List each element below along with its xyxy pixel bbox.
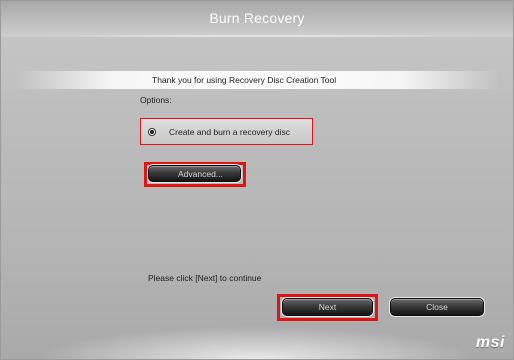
title-bar[interactable]: Burn Recovery — [1, 1, 513, 37]
radio-selected-dot — [150, 129, 154, 134]
header-text: Thank you for using Recovery Disc Creati… — [152, 75, 337, 85]
window-title: Burn Recovery — [209, 10, 305, 26]
title-divider — [41, 35, 473, 37]
radio-option-label: Create and burn a recovery disc — [169, 126, 290, 137]
continue-hint: Please click [Next] to continue — [148, 273, 262, 283]
msi-logo: msi — [475, 334, 505, 351]
close-button[interactable]: Close — [390, 298, 484, 316]
footer-glow — [1, 321, 513, 359]
next-button[interactable]: Next — [282, 298, 373, 316]
burn-recovery-window: Burn Recovery Thank you for using Recove… — [0, 0, 514, 360]
radio-button-icon[interactable] — [148, 127, 156, 136]
options-label: Options: — [140, 95, 172, 105]
advanced-button[interactable]: Advanced... — [148, 165, 241, 182]
create-burn-radio-option[interactable]: Create and burn a recovery disc — [141, 119, 312, 144]
